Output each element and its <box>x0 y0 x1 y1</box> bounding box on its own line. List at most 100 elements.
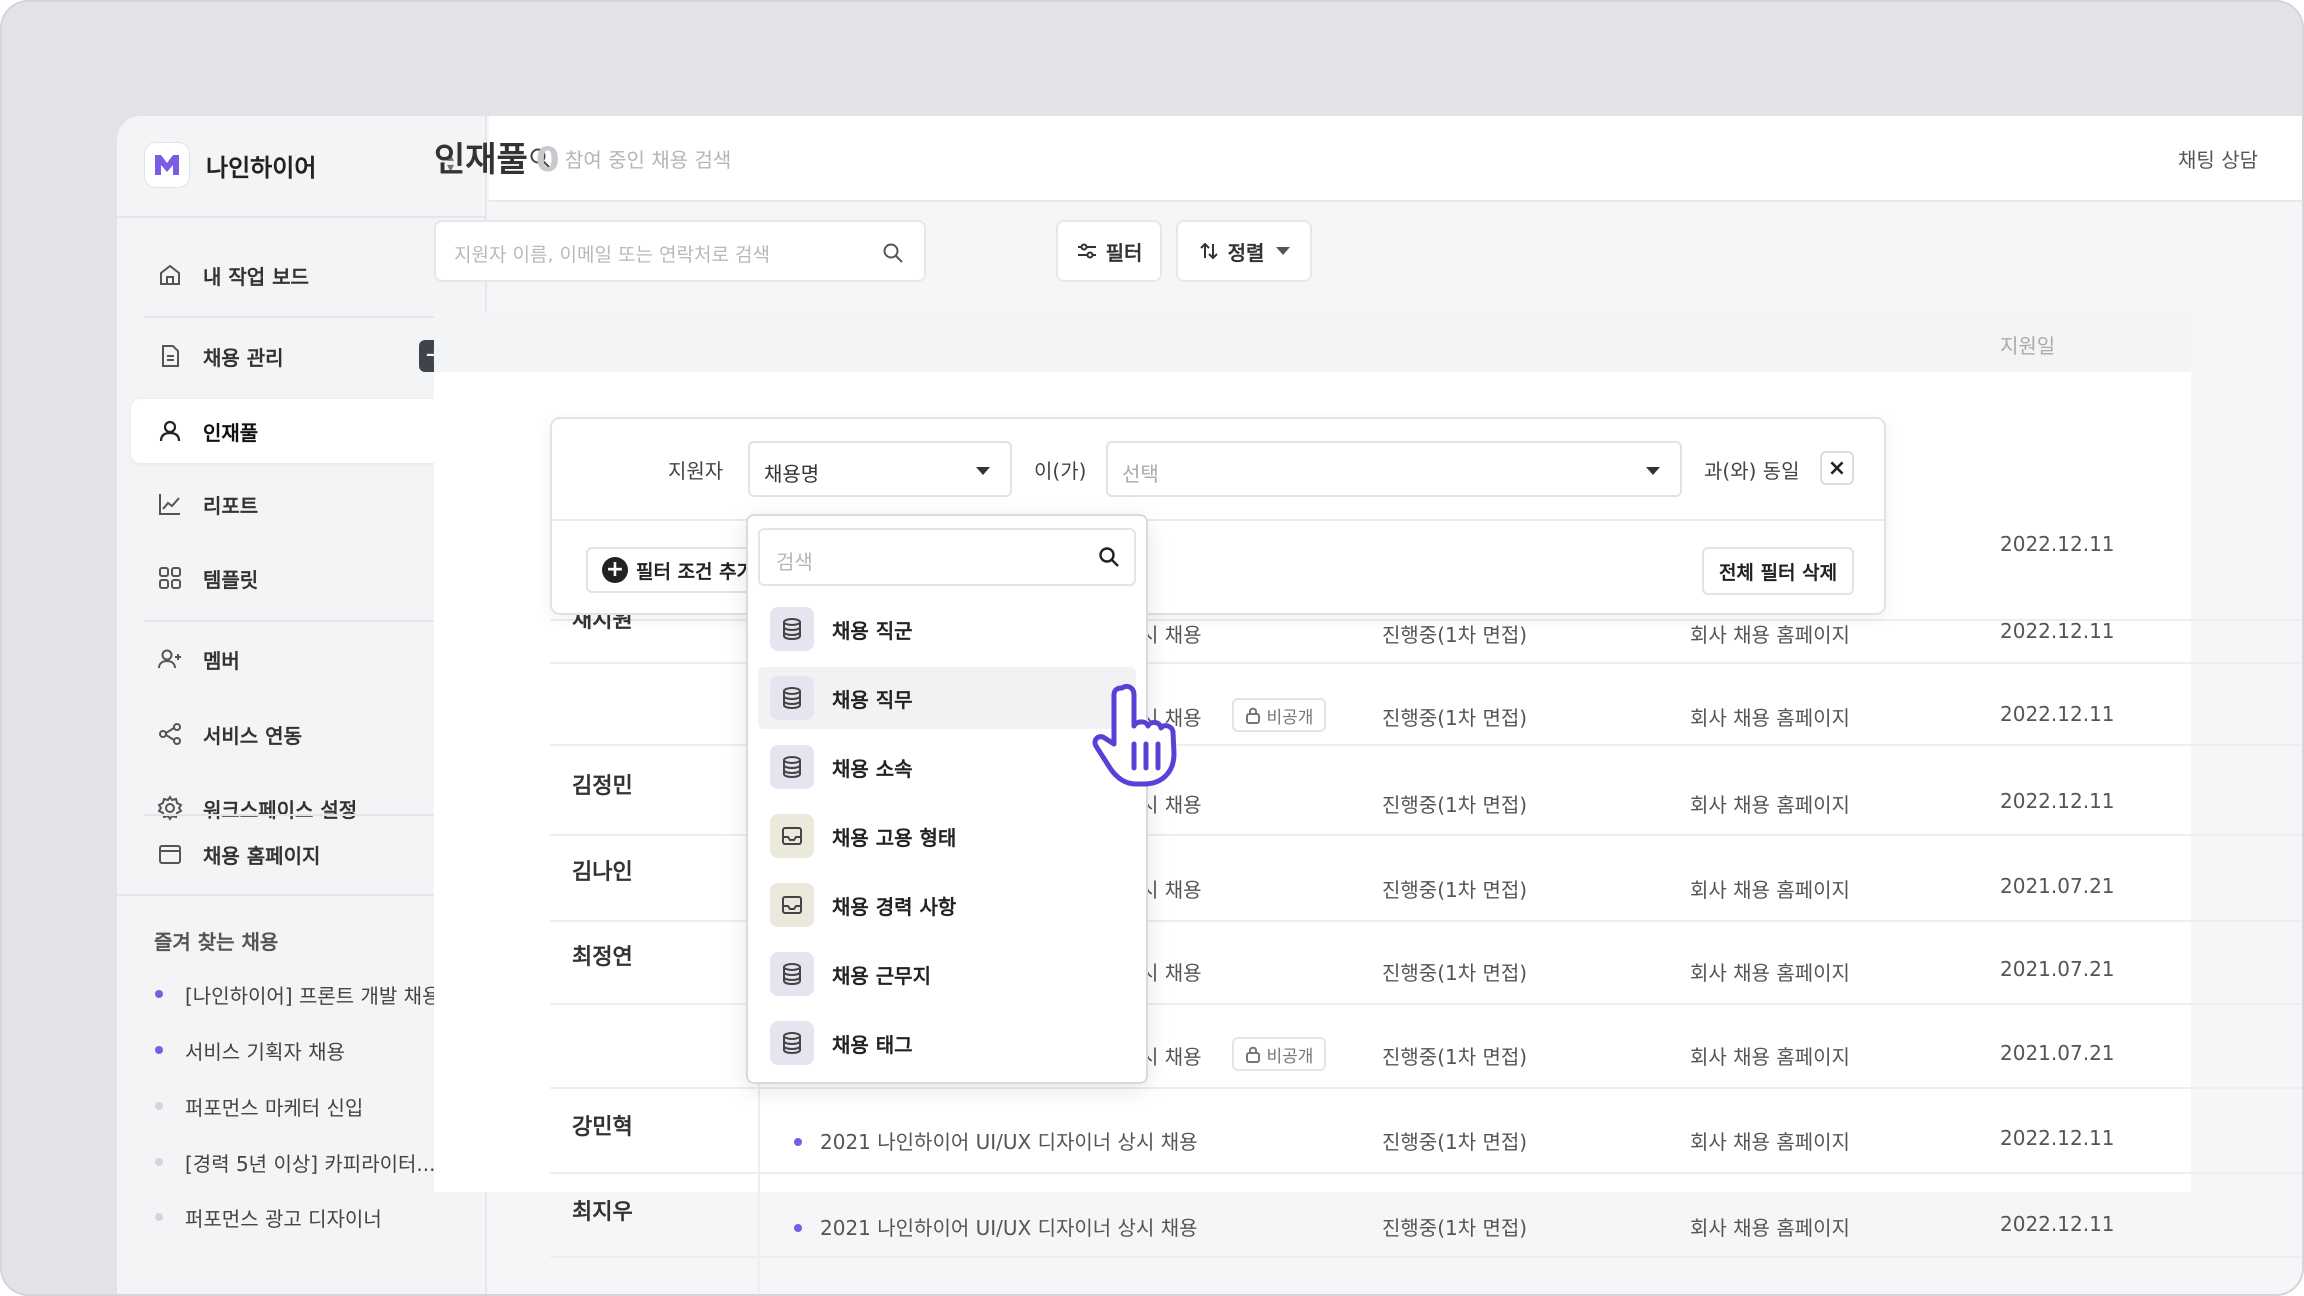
filter-field-select[interactable]: 채용명 <box>748 441 1012 497</box>
status-text: 진행중(1차 면접) <box>1382 878 1528 902</box>
applicant-name[interactable]: 최정연 <box>572 939 633 971</box>
recruit-search-input[interactable]: 참여 중인 채용 검색 <box>565 144 731 173</box>
sort-label: 정렬 <box>1227 240 1265 265</box>
job-posting-label: 시 채용 <box>1140 623 1202 647</box>
window-frame: 나인하이어 ▴▾ 내 작업 보드 채용 관리 + 인재풀 리포트 <box>0 0 2304 1296</box>
applicant-name[interactable]: 김정민 <box>572 768 633 800</box>
chat-consult-link[interactable]: 채팅 상담 <box>2178 144 2258 173</box>
sidebar-item-label: 내 작업 보드 <box>203 264 309 289</box>
sidebar-item-member[interactable]: 멤버 <box>131 627 473 691</box>
sidebar-item-label: 인재풀 <box>203 420 259 445</box>
status-dot <box>794 1223 802 1232</box>
user-plus-icon <box>155 644 185 674</box>
search-icon <box>1098 546 1120 572</box>
sort-button[interactable]: 정렬 <box>1176 220 1312 282</box>
favorite-label: 퍼포먼스 마케터 신입 <box>185 1095 364 1120</box>
filter-value-select[interactable]: 선택 <box>1106 441 1682 497</box>
job-posting: 시 채용 <box>1140 1041 1202 1070</box>
dropdown-item[interactable]: 채용 직무 <box>758 667 1136 729</box>
job-posting-label: 시 채용 <box>1140 1045 1202 1069</box>
sidebar-item-report[interactable]: 리포트 <box>131 472 473 536</box>
clear-all-filters-button[interactable]: 전체 필터 삭제 <box>1702 547 1854 595</box>
line-chart-icon <box>155 489 185 519</box>
favorite-item[interactable]: 퍼포먼스 광고 디자이너 <box>155 1199 382 1235</box>
dropdown-item-label: 채용 직군 <box>832 618 913 643</box>
divider <box>144 316 452 318</box>
sidebar-item-service-integration[interactable]: 서비스 연동 <box>131 702 473 766</box>
sidebar-item-label: 리포트 <box>203 493 259 518</box>
sidebar-item-label: 워크스페이스 설정 <box>203 797 358 822</box>
dropdown-search-input[interactable]: 검색 <box>758 528 1136 586</box>
applied-date: 2022.12.11 <box>2000 532 2115 556</box>
sidebar-item-template[interactable]: 템플릿 <box>131 546 473 610</box>
dropdown-item[interactable]: 채용 소속 <box>758 736 1136 798</box>
dropdown-item[interactable]: 채용 태그 <box>758 1012 1136 1074</box>
job-posting: 2021 나인하이어 UI/UX 디자이너 상시 채용 <box>794 1126 1198 1155</box>
sidebar-item-dashboard[interactable]: 내 작업 보드 <box>131 243 473 307</box>
filter-subject-label: 지원자 <box>668 459 724 483</box>
table-row[interactable] <box>550 1087 2302 1089</box>
private-label: 비공개 <box>1266 1046 1314 1067</box>
lock-icon <box>1245 1046 1260 1063</box>
dropdown-item-label: 채용 근무지 <box>832 963 931 988</box>
sidebar-item-label: 채용 관리 <box>203 345 284 370</box>
chevron-down-icon <box>976 467 990 475</box>
chevron-down-icon <box>1646 467 1660 475</box>
sidebar-item-recruit-management[interactable]: 채용 관리 + <box>131 324 473 388</box>
sidebar-item-recruit-homepage[interactable]: 채용 홈페이지 <box>131 822 473 886</box>
source-text: 회사 채용 홈페이지 <box>1690 793 1850 817</box>
inbox-icon <box>770 883 814 927</box>
document-icon <box>155 341 185 371</box>
job-posting-label: 2021 나인하이어 UI/UX 디자이너 상시 채용 <box>820 1216 1198 1240</box>
status-dot <box>155 1213 163 1221</box>
dropdown-item[interactable]: 채용 고용 형태 <box>758 805 1136 867</box>
source-text: 회사 채용 홈페이지 <box>1690 878 1850 902</box>
source-text: 회사 채용 홈페이지 <box>1690 623 1850 647</box>
applicant-name[interactable]: 최지우 <box>572 1194 633 1226</box>
status-dot <box>155 1046 163 1054</box>
table-row[interactable] <box>550 1256 2302 1258</box>
status-text: 진행중(1차 면접) <box>1382 623 1528 647</box>
dropdown-item[interactable]: 채용 직군 <box>758 598 1136 660</box>
dropdown-item-label: 채용 소속 <box>832 756 913 781</box>
filter-button[interactable]: 필터 <box>1056 220 1162 282</box>
gear-icon <box>155 793 185 823</box>
hand-cursor-icon <box>1092 680 1188 794</box>
talent-search-input[interactable]: 지원자 이름, 이메일 또는 연락처로 검색 <box>434 220 926 282</box>
applied-date: 2021.07.21 <box>2000 874 2115 898</box>
favorite-item[interactable]: [경력 5년 이상] 카피라이터... <box>155 1144 435 1180</box>
favorite-label: [경력 5년 이상] 카피라이터... <box>185 1151 436 1176</box>
dropdown-item-label: 채용 직무 <box>832 687 913 712</box>
share-icon <box>155 719 185 749</box>
sidebar-item-talent-pool[interactable]: 인재풀 <box>131 399 473 463</box>
job-posting: 시 채용 <box>1140 874 1202 903</box>
close-icon[interactable]: × <box>1820 451 1854 485</box>
applicant-name[interactable]: 강민혁 <box>572 1109 633 1141</box>
dropdown-item[interactable]: 채용 경력 사항 <box>758 874 1136 936</box>
favorite-label: [나인하이어] 프론트 개발 채용 <box>185 983 441 1008</box>
source-text: 회사 채용 홈페이지 <box>1690 1045 1850 1069</box>
workspace-name: 나인하이어 <box>206 153 317 182</box>
database-icon <box>770 952 814 996</box>
dropdown-item[interactable]: 채용 근무지 <box>758 943 1136 1005</box>
applied-date: 2022.12.11 <box>2000 1126 2115 1150</box>
sidebar-item-label: 멤버 <box>203 648 240 673</box>
job-posting: 2021 나인하이어 UI/UX 디자이너 상시 채용 <box>794 1212 1198 1241</box>
table-header: 지원일 <box>434 312 2191 372</box>
lock-icon <box>1245 707 1260 724</box>
workspace-switcher[interactable]: 나인하이어 ▴ ▾ <box>144 140 464 190</box>
applied-date: 2021.07.21 <box>2000 957 2115 981</box>
private-label: 비공개 <box>1266 707 1314 728</box>
user-icon <box>155 416 185 446</box>
source-text: 회사 채용 홈페이지 <box>1690 961 1850 985</box>
job-posting: 시 채용 <box>1140 957 1202 986</box>
table-row[interactable] <box>550 1172 2302 1174</box>
favorite-item[interactable]: 퍼포먼스 마케터 신입 <box>155 1088 363 1124</box>
status-dot <box>155 1102 163 1110</box>
applicant-name[interactable]: 김나인 <box>572 854 633 886</box>
sidebar-item-label: 템플릿 <box>203 567 259 592</box>
favorite-item[interactable]: [나인하이어] 프론트 개발 채용 <box>155 976 440 1012</box>
favorite-item[interactable]: 서비스 기획자 채용 <box>155 1032 345 1068</box>
chevron-down-icon <box>1276 247 1291 255</box>
job-posting-label: 시 채용 <box>1140 793 1202 817</box>
